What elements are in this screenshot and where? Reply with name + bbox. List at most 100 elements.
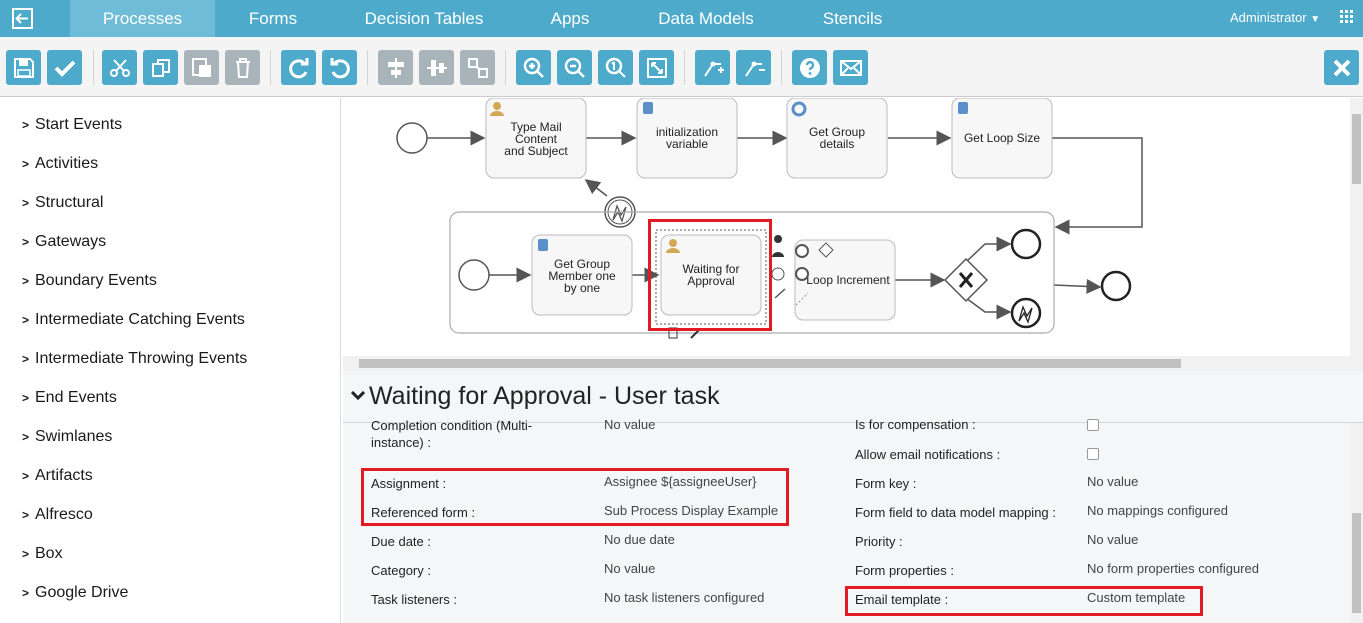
scrollbar-thumb[interactable] xyxy=(1352,114,1361,184)
prop-value-priority[interactable]: No value xyxy=(1087,532,1138,547)
prop-label-form-key: Form key : xyxy=(855,476,917,491)
error-end-event[interactable] xyxy=(1010,297,1042,329)
tab-forms[interactable]: Forms xyxy=(230,0,316,37)
svg-text:by one: by one xyxy=(564,281,600,295)
canvas-horizontal-scrollbar[interactable] xyxy=(343,356,1363,371)
palette-group-start-events[interactable]: > Start Events xyxy=(22,116,122,134)
task-loop-increment[interactable]: Loop Increment xyxy=(794,239,896,321)
save-button[interactable] xyxy=(6,50,41,85)
highlight-selected-task xyxy=(648,219,772,331)
help-button[interactable] xyxy=(792,50,827,85)
validate-button[interactable] xyxy=(47,50,82,85)
chevron-right-icon: > xyxy=(22,274,30,288)
apps-grid-icon[interactable] xyxy=(1340,10,1354,29)
palette-group-structural[interactable]: > Structural xyxy=(22,194,103,212)
palette-group-box[interactable]: > Box xyxy=(22,545,63,563)
task-type-mail[interactable]: Type Mail Content and Subject xyxy=(485,98,587,179)
scrollbar-thumb[interactable] xyxy=(1352,513,1361,613)
properties-title: Waiting for Approval - User task xyxy=(369,382,720,410)
prop-value-form-field-mapping[interactable]: No mappings configured xyxy=(1087,503,1228,518)
zoom-actual-button[interactable] xyxy=(598,50,633,85)
properties-header[interactable]: Waiting for Approval - User task xyxy=(343,371,1363,423)
palette-group-intermediate-catching-events[interactable]: > Intermediate Catching Events xyxy=(22,311,245,329)
canvas-vertical-scrollbar[interactable] xyxy=(1350,98,1363,356)
paste-icon xyxy=(191,57,211,77)
resize-icon xyxy=(467,57,488,78)
properties-scrollbar[interactable] xyxy=(1350,423,1363,623)
delete-button[interactable] xyxy=(225,50,260,85)
same-size-button[interactable] xyxy=(460,50,495,85)
chevron-right-icon: > xyxy=(22,508,30,522)
is-for-compensation-checkbox[interactable] xyxy=(1087,419,1099,431)
start-event[interactable] xyxy=(396,122,428,154)
task-get-loop-size[interactable]: Get Loop Size xyxy=(951,98,1053,179)
task-initialization-variable[interactable]: initialization variable xyxy=(636,98,738,179)
copy-button[interactable] xyxy=(143,50,178,85)
zoom-in-icon xyxy=(523,57,544,78)
redo-button[interactable] xyxy=(281,50,316,85)
paste-button[interactable] xyxy=(184,50,219,85)
scrollbar-thumb[interactable] xyxy=(359,359,1181,368)
user-menu[interactable]: Administrator ▼ xyxy=(1230,10,1320,25)
tab-processes[interactable]: Processes xyxy=(70,0,215,37)
prop-value-task-listeners[interactable]: No task listeners configured xyxy=(604,590,764,605)
palette-group-boundary-events[interactable]: > Boundary Events xyxy=(22,272,157,290)
align-horizontal-icon xyxy=(387,57,404,78)
prop-label-allow-email: Allow email notifications : xyxy=(855,447,1001,462)
tab-decision-tables[interactable]: Decision Tables xyxy=(357,0,491,37)
prop-value-form-key[interactable]: No value xyxy=(1087,474,1138,489)
prop-value-category[interactable]: No value xyxy=(604,561,655,576)
palette-group-end-events[interactable]: > End Events xyxy=(22,389,117,407)
align-vertical-icon xyxy=(426,59,447,76)
chevron-right-icon: > xyxy=(22,196,30,210)
zoom-fit-button[interactable] xyxy=(639,50,674,85)
task-get-group-member[interactable]: Get Group Member one by one xyxy=(531,234,633,316)
end-event[interactable] xyxy=(1100,270,1132,302)
subprocess-end-event[interactable] xyxy=(1010,228,1042,260)
prop-value-due-date[interactable]: No due date xyxy=(604,532,675,547)
cut-button[interactable] xyxy=(102,50,137,85)
task-get-group-details[interactable]: Get Group details xyxy=(786,98,888,179)
align-horizontal-button[interactable] xyxy=(378,50,413,85)
prop-value-completion-condition[interactable]: No value xyxy=(604,417,655,432)
palette-group-artifacts[interactable]: > Artifacts xyxy=(22,467,93,485)
allow-email-checkbox[interactable] xyxy=(1087,448,1099,460)
prop-label-completion-condition: Completion condition (Multi- instance) : xyxy=(371,418,533,450)
prop-label-priority: Priority : xyxy=(855,534,903,549)
undo-button[interactable] xyxy=(322,50,357,85)
highlight-email-template xyxy=(845,586,1203,616)
zoom-out-button[interactable] xyxy=(557,50,592,85)
tab-stencils[interactable]: Stencils xyxy=(810,0,895,37)
checkmark-icon xyxy=(54,60,75,77)
palette-group-google-drive[interactable]: > Google Drive xyxy=(22,584,128,602)
add-bendpoint-button[interactable] xyxy=(695,50,730,85)
back-to-home-icon[interactable] xyxy=(0,0,46,37)
palette-group-intermediate-throwing-events[interactable]: > Intermediate Throwing Events xyxy=(22,350,247,368)
save-icon xyxy=(13,57,34,78)
palette-group-alfresco[interactable]: > Alfresco xyxy=(22,506,93,524)
subprocess-start-event[interactable] xyxy=(458,259,490,291)
zoom-in-button[interactable] xyxy=(516,50,551,85)
process-canvas[interactable]: Type Mail Content and Subject initializa… xyxy=(343,98,1350,356)
chevron-down-icon: ▼ xyxy=(1310,14,1321,25)
feedback-button[interactable] xyxy=(833,50,868,85)
script-task-icon xyxy=(958,102,968,114)
palette-group-swimlanes[interactable]: > Swimlanes xyxy=(22,428,112,446)
close-editor-button[interactable] xyxy=(1324,50,1359,85)
align-vertical-button[interactable] xyxy=(419,50,454,85)
zoom-out-icon xyxy=(564,57,585,78)
tab-data-models[interactable]: Data Models xyxy=(650,0,762,37)
exclusive-gateway[interactable] xyxy=(943,257,989,303)
shape-palette: > Start Events > Activities > Structural > G… xyxy=(0,98,341,623)
tab-apps[interactable]: Apps xyxy=(535,0,605,37)
help-icon xyxy=(799,57,820,78)
prop-label-form-properties: Form properties : xyxy=(855,563,954,578)
palette-group-gateways[interactable]: > Gateways xyxy=(22,233,106,251)
svg-text:and Subject: and Subject xyxy=(504,144,568,158)
chevron-right-icon: > xyxy=(22,118,30,132)
prop-value-form-properties[interactable]: No form properties configured xyxy=(1087,561,1259,576)
remove-bendpoint-button[interactable] xyxy=(736,50,771,85)
copy-icon xyxy=(151,58,170,77)
palette-group-activities[interactable]: > Activities xyxy=(22,155,98,173)
add-bendpoint-icon xyxy=(703,61,724,77)
